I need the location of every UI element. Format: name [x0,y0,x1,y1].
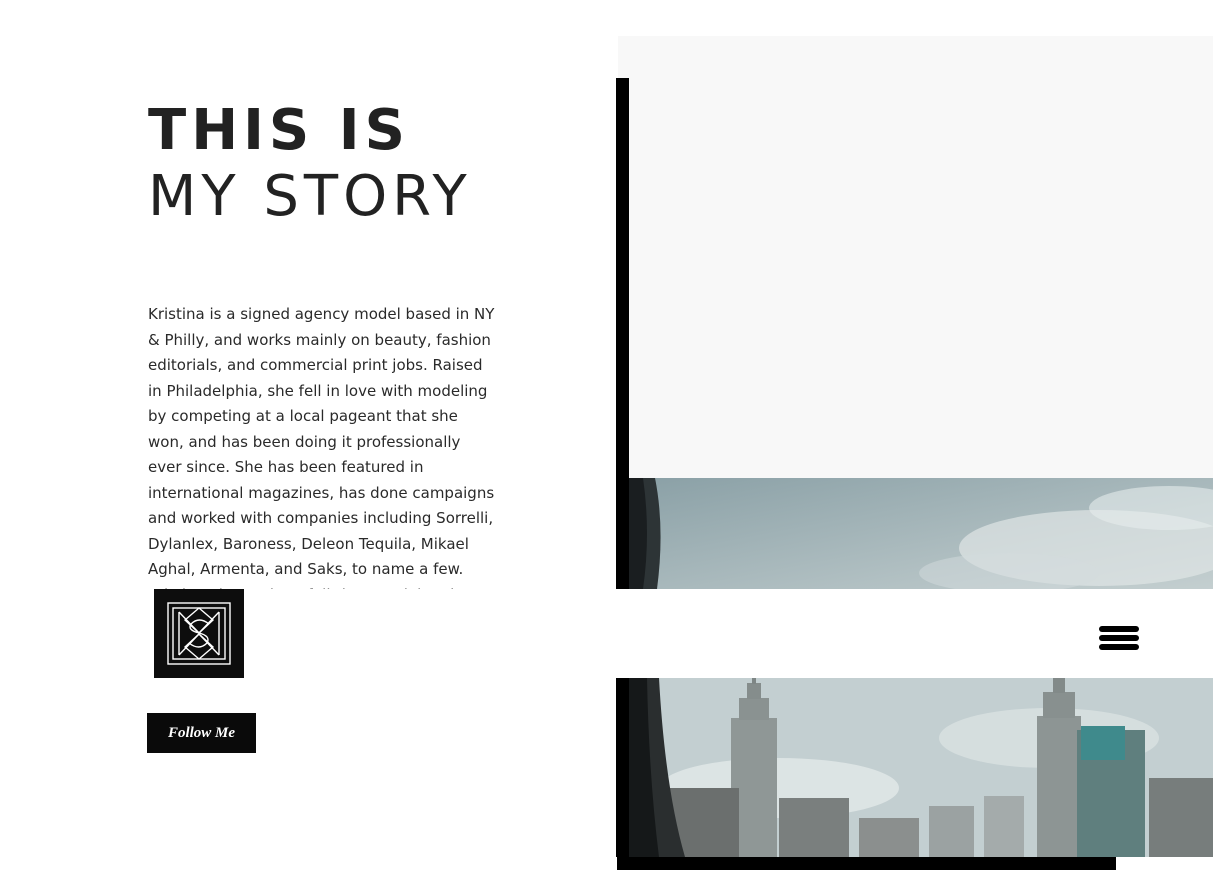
decorative-frame-bar [616,78,629,589]
hamburger-menu-icon[interactable] [1099,624,1139,652]
monogram-graphic [167,602,231,665]
decorative-frame-bar-bottom [617,857,1116,870]
city-skyline-photo [629,678,1213,857]
headline-line-2: MY STORY [148,164,472,229]
bio-container: Kristina is a signed agency model based … [148,302,498,589]
sky-graphic [629,478,1213,589]
city-sky-photo [629,478,1213,589]
hamburger-line [1099,635,1139,641]
hamburger-line [1099,644,1139,650]
bio-text: Kristina is a signed agency model based … [148,305,495,589]
monogram-logo-icon[interactable] [154,589,244,678]
page-headline: THIS IS MY STORY [148,98,472,230]
hero-panel [618,36,1213,478]
skyline-graphic [629,678,1213,857]
follow-me-button[interactable]: Follow Me [147,713,256,753]
decorative-frame-bar-lower [616,678,629,857]
hamburger-line [1099,626,1139,632]
headline-line-1: THIS IS [148,98,410,163]
